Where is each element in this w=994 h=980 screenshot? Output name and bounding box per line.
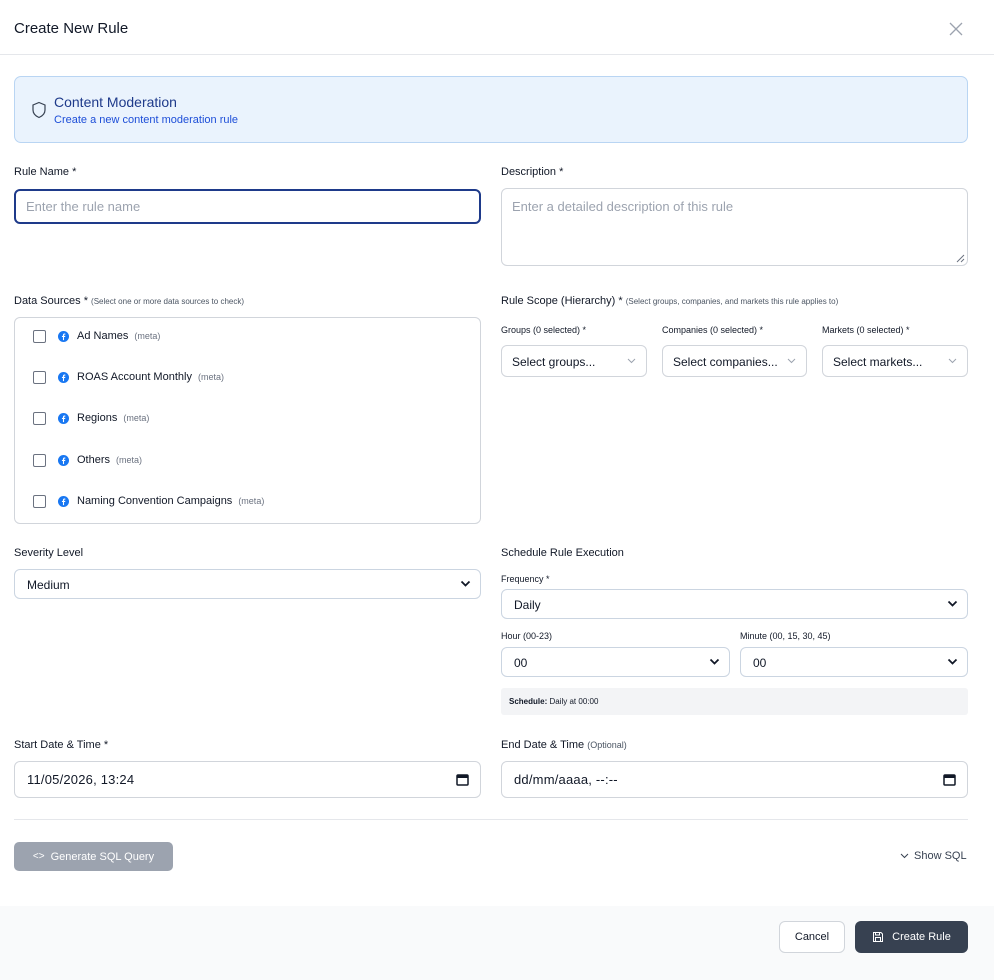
close-icon [949, 22, 963, 36]
data-source-name: Regions [77, 412, 118, 424]
data-sources-label: Data Sources * (Select one or more data … [14, 295, 244, 307]
show-sql-toggle[interactable]: Show SQL [900, 850, 967, 862]
create-rule-button[interactable]: Create Rule [855, 921, 968, 953]
chevron-down-icon [460, 580, 471, 587]
minute-select[interactable]: 00 [740, 647, 968, 677]
generate-sql-button[interactable]: <> Generate SQL Query [14, 842, 173, 871]
rule-scope-label: Rule Scope (Hierarchy) * (Select groups,… [501, 295, 838, 307]
chevron-down-icon [900, 853, 909, 859]
description-label: Description * [501, 166, 564, 178]
facebook-icon [58, 371, 69, 383]
end-datetime-label: End Date & Time (Optional) [501, 739, 627, 751]
start-datetime-input[interactable]: 11/05/2026, 13:24 [14, 761, 481, 798]
facebook-icon [58, 412, 69, 424]
modal-title: Create New Rule [14, 20, 129, 37]
facebook-icon [58, 330, 69, 342]
facebook-icon [58, 454, 69, 466]
chevron-down-icon [627, 358, 636, 364]
schedule-summary-text: Schedule: Daily at 00:00 [509, 697, 598, 706]
companies-dropdown[interactable]: Select companies... [662, 345, 807, 377]
save-icon [873, 932, 884, 942]
minute-select-value: 00 [753, 656, 767, 670]
banner-title: Content Moderation [54, 94, 177, 110]
data-source-name: Others [77, 454, 111, 466]
data-source-tag: (meta) [134, 331, 161, 341]
data-source-tag: (meta) [116, 455, 143, 465]
data-sources-list: Ad Names (meta) ROAS Account Monthly (me… [14, 317, 481, 524]
groups-dropdown[interactable]: Select groups... [501, 345, 647, 377]
end-datetime-title: End Date & Time [501, 739, 585, 751]
severity-select[interactable]: Medium [14, 569, 481, 599]
modal-header: Create New Rule [0, 0, 994, 55]
data-source-name: Ad Names [77, 330, 129, 342]
description-textarea[interactable] [501, 188, 968, 266]
companies-label: Companies (0 selected) * [662, 325, 764, 335]
data-source-tag: (meta) [238, 496, 265, 506]
chevron-down-icon [948, 358, 957, 364]
data-source-checkbox[interactable] [33, 494, 46, 508]
data-source-checkbox[interactable] [33, 453, 46, 467]
code-icon: <> [32, 851, 45, 862]
end-datetime-value: dd/mm/aaaa, --:-- [514, 772, 618, 787]
rule-scope-hint: (Select groups, companies, and markets t… [625, 297, 839, 306]
generate-sql-label: Generate SQL Query [50, 850, 155, 863]
data-source-item[interactable]: Regions (meta) [33, 408, 149, 428]
markets-dropdown-placeholder: Select markets... [833, 355, 923, 369]
data-source-item[interactable]: ROAS Account Monthly (meta) [33, 367, 224, 387]
minute-label: Minute (00, 15, 30, 45) [740, 631, 831, 641]
companies-dropdown-placeholder: Select companies... [673, 355, 778, 369]
start-datetime-value: 11/05/2026, 13:24 [27, 772, 135, 787]
cancel-button[interactable]: Cancel [779, 921, 845, 953]
calendar-icon[interactable] [943, 773, 956, 786]
section-divider [14, 819, 968, 820]
data-source-checkbox[interactable] [33, 370, 46, 384]
data-source-name: Naming Convention Campaigns [77, 495, 233, 507]
resize-handle-icon[interactable] [955, 253, 965, 263]
content-moderation-banner: Content Moderation Create a new content … [14, 76, 968, 143]
markets-dropdown[interactable]: Select markets... [822, 345, 968, 377]
shield-icon [32, 101, 46, 119]
severity-label: Severity Level [14, 547, 84, 559]
data-source-tag: (meta) [197, 372, 224, 382]
schedule-summary-value: Daily at 00:00 [549, 697, 599, 706]
frequency-label: Frequency * [501, 574, 550, 584]
start-datetime-label: Start Date & Time * [14, 739, 109, 751]
rule-name-input[interactable] [14, 189, 481, 224]
hour-select[interactable]: 00 [501, 647, 730, 677]
severity-select-value: Medium [27, 578, 70, 592]
data-source-checkbox[interactable] [33, 411, 46, 425]
create-rule-label: Create Rule [892, 931, 951, 943]
chevron-down-icon [947, 600, 958, 607]
data-source-item[interactable]: Naming Convention Campaigns (meta) [33, 491, 264, 511]
rule-name-label: Rule Name * [14, 166, 77, 178]
data-source-name: ROAS Account Monthly [77, 371, 192, 383]
schedule-summary: Schedule: Daily at 00:00 [501, 688, 968, 715]
hour-select-value: 00 [514, 656, 528, 670]
data-source-item[interactable]: Ad Names (meta) [33, 326, 160, 346]
chevron-down-icon [787, 358, 796, 364]
data-sources-title: Data Sources * [14, 295, 88, 307]
groups-dropdown-placeholder: Select groups... [512, 355, 596, 369]
schedule-summary-prefix: Schedule: [509, 697, 548, 706]
end-datetime-hint: (Optional) [587, 740, 627, 750]
facebook-icon [58, 495, 69, 507]
chevron-down-icon [709, 658, 720, 665]
frequency-select-value: Daily [514, 598, 541, 612]
rule-scope-title: Rule Scope (Hierarchy) * [501, 295, 623, 307]
calendar-icon[interactable] [456, 773, 469, 786]
data-sources-hint: (Select one or more data sources to chec… [91, 297, 245, 306]
chevron-down-icon [947, 658, 958, 665]
data-source-checkbox[interactable] [33, 329, 46, 343]
data-source-item[interactable]: Others (meta) [33, 450, 142, 470]
frequency-select[interactable]: Daily [501, 589, 968, 619]
show-sql-label: Show SQL [914, 850, 967, 862]
markets-label: Markets (0 selected) * [822, 325, 910, 335]
end-datetime-input[interactable]: dd/mm/aaaa, --:-- [501, 761, 968, 798]
schedule-label: Schedule Rule Execution [501, 547, 624, 559]
data-source-tag: (meta) [123, 413, 150, 423]
close-button[interactable] [946, 19, 966, 39]
banner-subtitle: Create a new content moderation rule [54, 114, 239, 126]
groups-label: Groups (0 selected) * [501, 325, 587, 335]
hour-label: Hour (00-23) [501, 631, 553, 641]
